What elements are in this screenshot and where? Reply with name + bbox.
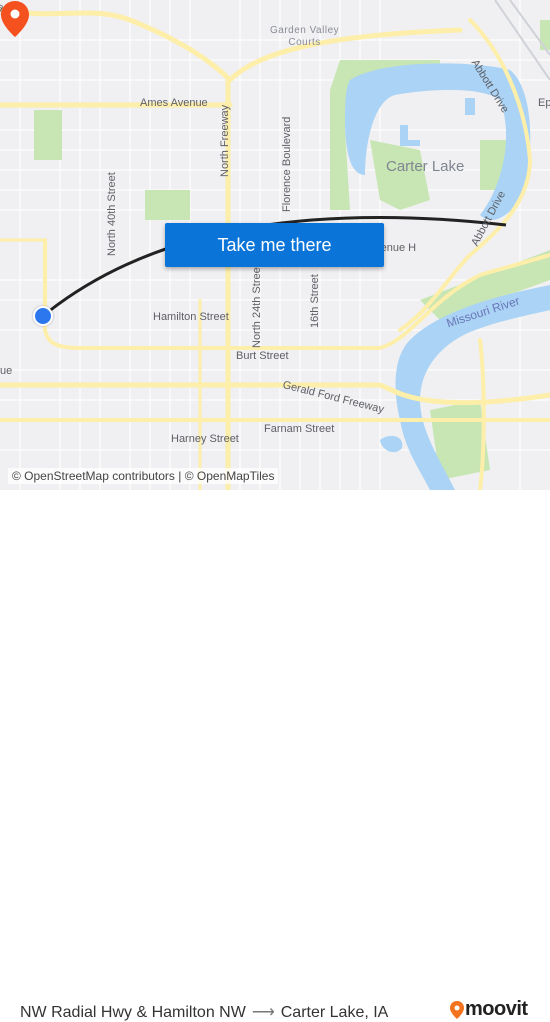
label-florence-boulevard: Florence Boulevard [281,116,293,212]
label-16th-street: 16th Street [309,274,321,328]
label-north-24th-street: North 24th Street [251,264,263,348]
take-me-there-button[interactable]: Take me there [165,223,384,267]
origin-marker[interactable] [33,306,53,326]
label-garden-valley-line2: Courts [288,37,321,48]
arrow-right-icon: ⟶ [251,1004,275,1021]
label-ames-avenue: Ames Avenue [140,97,208,109]
label-partial-ue: ue [0,365,13,377]
route-summary: NW Radial Hwy & Hamilton NW ⟶ Carter Lake,… [20,1002,388,1022]
label-epp: Epp [538,97,550,109]
moovit-pin-icon [450,1000,464,1019]
label-garden-valley-line1: Garden Valley [270,25,340,36]
label-burt-street: Burt Street [236,350,289,362]
moovit-wordmark: moovit [465,998,528,1020]
label-carter-lake: Carter Lake [386,158,465,175]
map-attribution[interactable]: © OpenStreetMap contributors | © OpenMap… [8,468,279,484]
map-canvas[interactable]: Garden Valley Courts Ames Avenue North F… [0,0,550,490]
label-farnam-street: Farnam Street [264,423,335,435]
origin-name: NW Radial Hwy & Hamilton NW [20,1004,246,1021]
label-north-40th-street: North 40th Street [106,172,118,256]
destination-name: Carter Lake, IA [280,1004,389,1021]
label-harney-street: Harney Street [171,433,239,445]
footer-bar: NW Radial Hwy & Hamilton NW ⟶ Carter Lake,… [0,490,550,1021]
destination-pin-icon[interactable] [0,0,30,38]
moovit-logo[interactable]: moovit [450,998,528,1021]
label-north-freeway: North Freeway [219,104,231,177]
label-garden-valley-courts: Garden Valley Courts [270,26,339,48]
label-hamilton-street: Hamilton Street [153,311,229,323]
